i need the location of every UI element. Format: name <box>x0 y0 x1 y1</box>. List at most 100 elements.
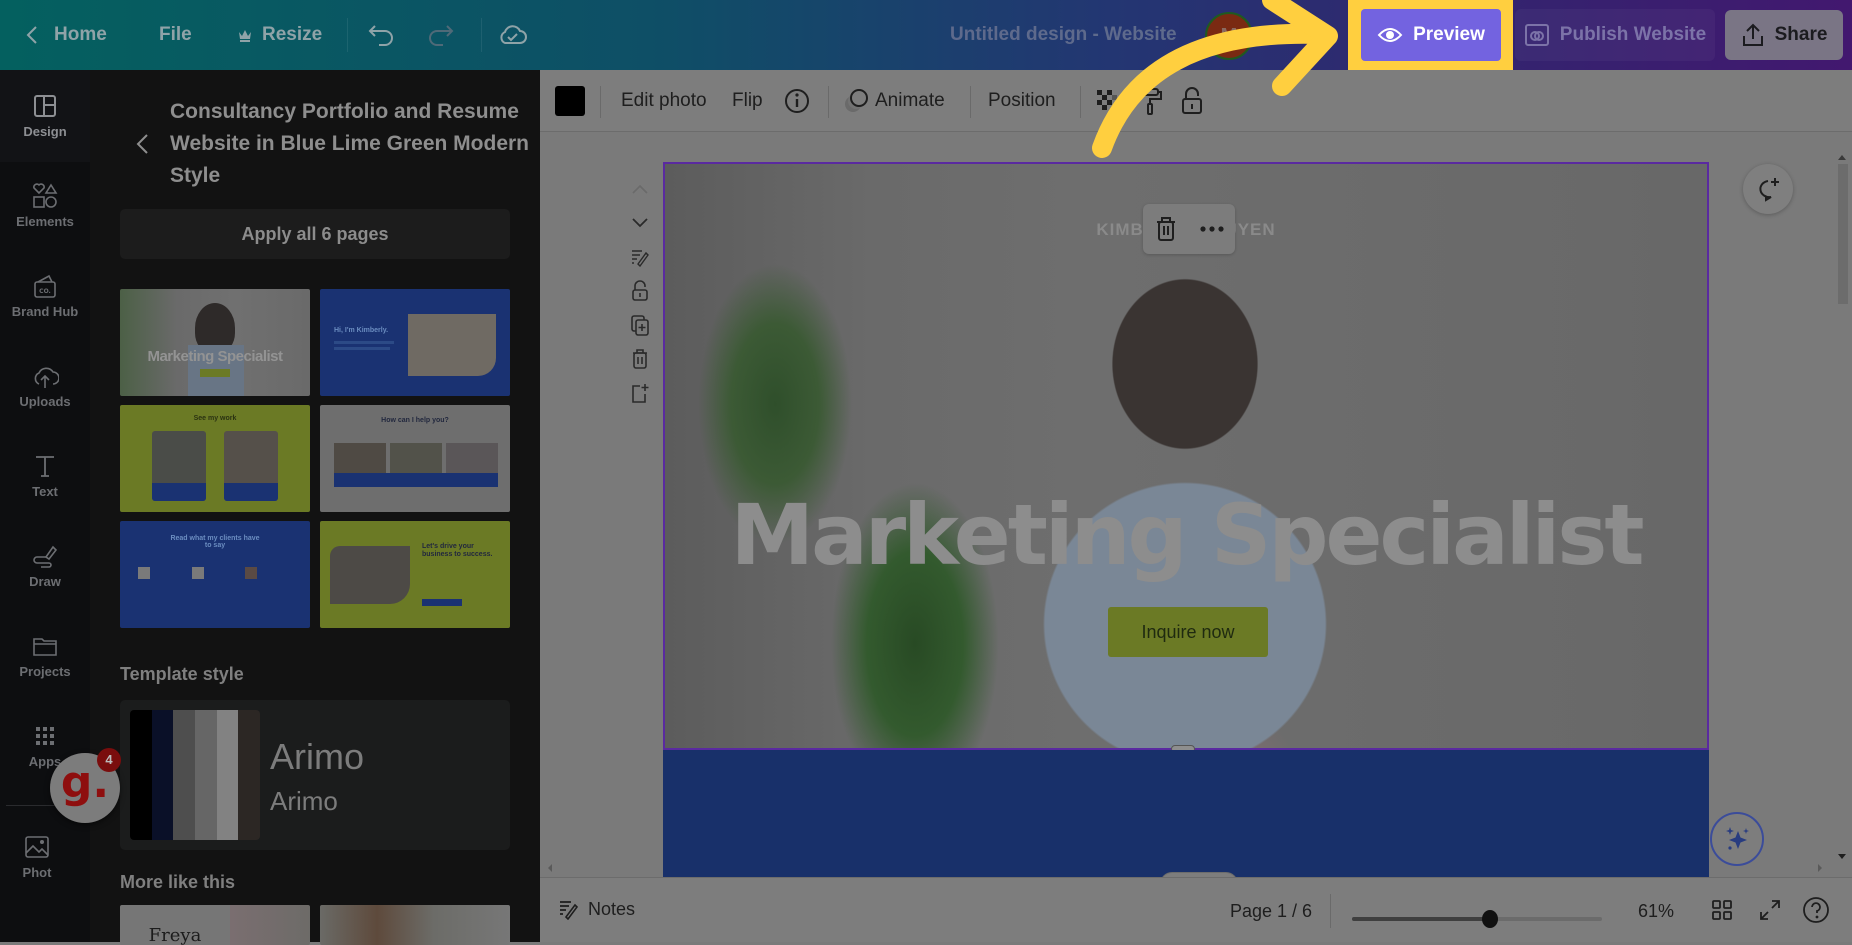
preview-label: Preview <box>1413 24 1485 45</box>
help-button[interactable] <box>1802 896 1830 924</box>
rail-item-design[interactable]: Design <box>0 92 90 139</box>
notification-count-badge: 4 <box>97 748 121 772</box>
page-notes-button[interactable] <box>625 240 655 274</box>
home-button[interactable]: Home <box>26 22 107 48</box>
lock-button[interactable] <box>1180 86 1204 116</box>
design-title[interactable]: Untitled design - Website <box>950 22 1177 48</box>
animate-icon <box>843 88 869 114</box>
top-bar: Home File Resize Untitled design - Websi… <box>0 0 1852 73</box>
unlock-icon <box>1180 86 1204 116</box>
lock-page-button[interactable] <box>625 274 655 308</box>
rail-item-photos[interactable]: Phot <box>0 833 82 880</box>
preview-button[interactable]: Preview <box>1361 9 1501 61</box>
chevron-left-icon <box>26 25 38 45</box>
divider <box>347 18 348 52</box>
magic-assistant-button[interactable] <box>1710 812 1764 866</box>
redo-button[interactable] <box>425 20 455 50</box>
swatch <box>130 710 152 840</box>
eye-icon <box>1377 25 1403 45</box>
template-style-heading: Template style <box>120 664 244 684</box>
hero-section-selected[interactable]: KIMBERLY NGUYEN Marketing Specialist Inq… <box>663 162 1709 750</box>
thumb-line <box>334 341 394 344</box>
back-button[interactable] <box>135 132 155 156</box>
thumb-photo <box>330 546 410 604</box>
duplicate-page-button[interactable] <box>625 308 655 342</box>
transparency-icon <box>1095 88 1121 114</box>
cloud-check-icon <box>497 20 527 50</box>
save-status-button[interactable] <box>497 20 527 50</box>
info-button[interactable] <box>783 87 811 115</box>
collaborator-count[interactable]: 1 <box>1325 22 1336 48</box>
apps-grid-icon <box>31 722 59 750</box>
zoom-percent-button[interactable]: 61% <box>1638 899 1674 923</box>
brand-icon: CO. <box>31 272 59 300</box>
hero-headline[interactable]: Marketing Specialist <box>665 486 1707 584</box>
template-style-card[interactable]: Arimo Arimo <box>120 700 510 850</box>
more-thumbnail-1[interactable]: Freya <box>120 905 310 945</box>
swatch <box>195 710 217 840</box>
next-section[interactable] <box>663 750 1709 877</box>
body-font-name: Arimo <box>270 786 338 816</box>
grid-view-button[interactable] <box>1710 898 1734 922</box>
zoom-slider-fill <box>1352 917 1490 921</box>
page-thumbnail-4[interactable]: How can I help you? <box>320 405 510 512</box>
add-page-button[interactable] <box>625 376 655 410</box>
zoom-slider-handle[interactable] <box>1481 910 1498 928</box>
more-thumbnail-2[interactable] <box>320 905 510 945</box>
file-menu-button[interactable]: File <box>159 22 192 48</box>
element-floating-menu <box>1143 204 1235 254</box>
swatch <box>173 710 196 840</box>
share-button[interactable]: Share <box>1725 10 1843 60</box>
rail-item-elements[interactable]: Elements <box>0 182 90 229</box>
move-page-up-button[interactable] <box>625 172 655 206</box>
edit-photo-button[interactable]: Edit photo <box>621 88 707 114</box>
notes-button[interactable]: Notes <box>558 898 635 920</box>
expand-icon <box>1758 898 1782 922</box>
rail-item-text[interactable]: Text <box>0 452 90 499</box>
animate-button[interactable]: Animate <box>843 88 945 114</box>
color-picker-button[interactable] <box>555 86 585 116</box>
publish-website-button[interactable]: Publish Website <box>1515 9 1715 61</box>
undo-button[interactable] <box>367 20 397 50</box>
page-thumbnail-5[interactable]: Read what my clients have to say <box>120 521 310 628</box>
rail-item-projects[interactable]: Projects <box>0 632 90 679</box>
divider <box>481 18 482 52</box>
delete-element-button[interactable] <box>1155 216 1177 242</box>
add-page-icon <box>630 382 650 404</box>
thumb-title: Hi, I'm Kimberly. <box>334 327 389 334</box>
transparency-button[interactable] <box>1095 88 1121 114</box>
page-indicator[interactable]: Page 1 / 6 <box>1230 899 1312 923</box>
apply-all-pages-button[interactable]: Apply all 6 pages <box>120 209 510 259</box>
vertical-scrollbar[interactable] <box>1836 152 1848 859</box>
design-page[interactable]: KIMBERLY NGUYEN Marketing Specialist Inq… <box>663 162 1709 877</box>
divider <box>1080 86 1081 118</box>
trash-icon <box>1155 216 1177 242</box>
page-thumbnail-1[interactable]: Marketing Specialist <box>120 289 310 396</box>
notes-label: Notes <box>588 898 636 919</box>
page-thumbnail-6[interactable]: Let's drive your business to success. <box>320 521 510 628</box>
page-thumbnail-2[interactable]: Hi, I'm Kimberly. <box>320 289 510 396</box>
flip-button[interactable]: Flip <box>732 88 763 114</box>
user-avatar[interactable]: M <box>1205 12 1253 60</box>
rail-item-draw[interactable]: Draw <box>0 542 90 589</box>
add-comment-button[interactable] <box>1743 164 1793 214</box>
more-options-button[interactable] <box>1199 226 1224 232</box>
fullscreen-button[interactable] <box>1758 898 1782 922</box>
rail-item-brand-hub[interactable]: CO. Brand Hub <box>0 272 90 319</box>
chevron-up-icon <box>631 183 649 195</box>
ellipsis-icon <box>1199 226 1224 232</box>
position-button[interactable]: Position <box>988 88 1056 114</box>
move-page-down-button[interactable] <box>625 206 655 240</box>
thumb-avatar <box>192 567 204 579</box>
zoom-slider[interactable] <box>1352 910 1602 928</box>
resize-button[interactable]: Resize <box>238 22 322 48</box>
copy-style-button[interactable] <box>1138 86 1164 116</box>
delete-page-button[interactable] <box>625 342 655 376</box>
photo-icon <box>23 833 51 861</box>
thumb-cta <box>200 369 230 377</box>
vertical-scroll-thumb[interactable] <box>1838 164 1848 304</box>
rail-item-uploads[interactable]: Uploads <box>0 362 90 409</box>
upload-share-icon <box>1741 22 1765 48</box>
page-thumbnail-3[interactable]: See my work <box>120 405 310 512</box>
inquire-now-button[interactable]: Inquire now <box>1108 607 1268 657</box>
